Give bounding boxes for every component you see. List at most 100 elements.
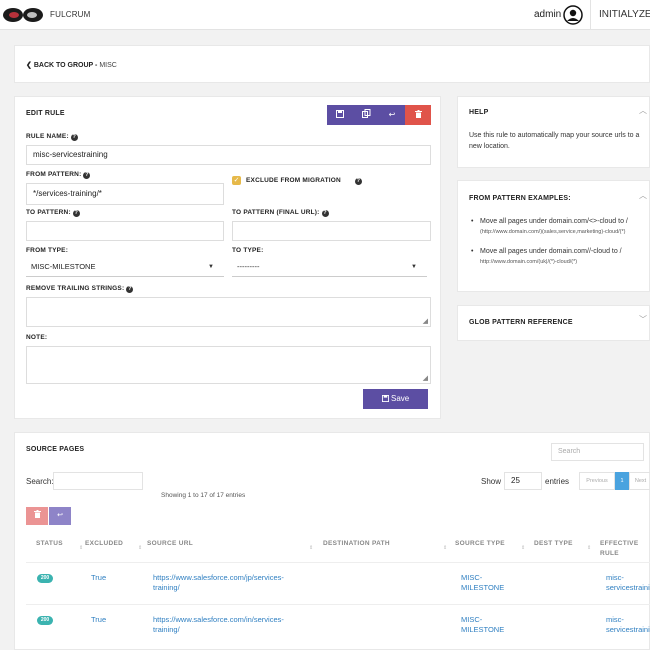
chevron-left-icon: ❮: [26, 62, 32, 69]
status-badge: 200: [37, 616, 53, 625]
column-header-source-type[interactable]: SOURCE TYPE: [455, 539, 505, 549]
save-icon-button[interactable]: [327, 105, 353, 125]
examples-title: FROM PATTERN EXAMPLES:: [469, 195, 571, 202]
resize-grip-icon[interactable]: ◢: [423, 374, 428, 382]
bulk-revert-button[interactable]: ↩: [49, 507, 71, 525]
rule-name-input[interactable]: misc-servicestraining: [26, 145, 431, 165]
from-pattern-label-text: FROM PATTERN:: [26, 171, 82, 178]
table-search-input[interactable]: [53, 472, 143, 490]
resize-grip-icon[interactable]: ◢: [423, 317, 428, 325]
rule-name-label-text: RULE NAME:: [26, 133, 69, 140]
to-pattern-input[interactable]: [26, 221, 224, 241]
page-1-button[interactable]: 1: [615, 472, 629, 490]
source-url-line: training/: [153, 625, 180, 634]
sort-icon[interactable]: ⇕: [309, 545, 313, 551]
source-pages-card: SOURCE PAGES Search Search: Showing 1 to…: [14, 432, 650, 650]
showing-info: Showing 1 to 17 of 17 entries: [161, 492, 246, 499]
to-pattern-final-input[interactable]: [232, 221, 431, 241]
fulcrum-logo: [3, 8, 43, 22]
sort-icon[interactable]: ⇕: [79, 545, 83, 551]
table-row[interactable]: 200 True https://www.salesforce.com/in/s…: [15, 605, 650, 645]
save-button-label: Save: [391, 394, 410, 403]
help-icon[interactable]: ?: [354, 178, 362, 185]
previous-page-button[interactable]: Previous: [579, 472, 615, 490]
glob-title: GLOB PATTERN REFERENCE: [469, 319, 573, 326]
remove-trailing-textarea[interactable]: ◢: [26, 297, 431, 327]
column-header-status[interactable]: STATUS: [36, 539, 63, 549]
help-icon[interactable]: ?: [321, 210, 329, 217]
example-text: Move all pages under domain.com/<>-cloud…: [480, 218, 628, 225]
edit-rule-title: EDIT RULE: [26, 110, 65, 117]
help-icon[interactable]: ?: [70, 134, 78, 141]
group-name: MISC: [99, 62, 117, 69]
help-icon[interactable]: ?: [72, 210, 80, 217]
source-type-line: MILESTONE: [461, 625, 505, 634]
page-size-select[interactable]: 25: [504, 472, 542, 490]
copy-button[interactable]: [353, 105, 379, 125]
back-to-group-link[interactable]: ❮ BACK TO GROUP - MISC: [26, 61, 117, 69]
column-header-destination-path[interactable]: DESTINATION PATH: [323, 539, 390, 549]
column-header-source-url[interactable]: SOURCE URL: [147, 539, 193, 549]
from-pattern-label: FROM PATTERN:?: [26, 171, 91, 179]
column-header-dest-type[interactable]: DEST TYPE: [534, 539, 573, 549]
show-label: Show: [481, 477, 502, 486]
table-row[interactable]: 200 True https://www.salesforce.com/jp/s…: [15, 563, 650, 603]
sort-icon[interactable]: ⇕: [443, 545, 447, 551]
list-item: • Move all pages under domain.com//-clou…: [471, 247, 648, 267]
from-type-value: MISC-MILESTONE: [31, 262, 96, 271]
source-type-line: MISC-: [461, 573, 483, 582]
source-url-line: training/: [153, 583, 180, 592]
effective-rule-link[interactable]: misc- servicestraining: [606, 615, 650, 635]
example-text: Move all pages under domain.com//-cloud …: [480, 248, 622, 255]
sort-icon[interactable]: ⇕: [521, 545, 525, 551]
note-textarea[interactable]: ◢: [26, 346, 431, 384]
sort-icon[interactable]: ⇕: [587, 545, 591, 551]
to-pattern-final-label: TO PATTERN (FINAL URL):?: [232, 209, 329, 217]
caret-down-icon: ▼: [208, 264, 214, 270]
pagination: Previous 1 Next: [579, 472, 650, 490]
help-icon[interactable]: ?: [83, 172, 91, 179]
glob-reference-card[interactable]: GLOB PATTERN REFERENCE ﹀: [457, 305, 650, 341]
user-name[interactable]: admin: [534, 9, 561, 20]
exclude-checkbox[interactable]: ✓: [232, 176, 241, 185]
save-button[interactable]: Save: [363, 389, 428, 409]
bulk-delete-button[interactable]: [26, 507, 48, 525]
effective-rule-link[interactable]: misc- servicestraining: [606, 573, 650, 593]
source-type-value: MISC- MILESTONE: [461, 573, 504, 593]
chevron-down-icon[interactable]: ﹀: [639, 314, 647, 325]
from-pattern-input[interactable]: */services-training/*: [26, 183, 224, 205]
exclude-label: EXCLUDE FROM MIGRATION ?: [246, 177, 362, 185]
chevron-up-icon[interactable]: ︿: [639, 105, 647, 116]
top-search-input[interactable]: Search: [551, 443, 644, 461]
next-page-button[interactable]: Next: [629, 472, 650, 490]
reply-icon: ↩: [388, 110, 396, 119]
revert-button[interactable]: ↩: [379, 105, 405, 125]
exclude-label-text: EXCLUDE FROM MIGRATION: [246, 177, 341, 184]
from-type-select[interactable]: MISC-MILESTONE ▼: [26, 259, 224, 277]
effective-rule-line: servicestraining: [606, 625, 650, 634]
to-pattern-final-label-text: TO PATTERN (FINAL URL):: [232, 209, 320, 216]
initialize-button[interactable]: INITIALYZE: [590, 0, 650, 30]
help-icon[interactable]: ?: [126, 286, 134, 293]
to-type-select[interactable]: --------- ▼: [232, 259, 427, 277]
chevron-up-icon[interactable]: ︿: [639, 190, 647, 201]
excluded-value: True: [91, 573, 107, 582]
to-pattern-label: TO PATTERN:?: [26, 209, 80, 217]
source-url-link[interactable]: https://www.salesforce.com/in/services- …: [153, 615, 284, 635]
delete-button[interactable]: [405, 105, 431, 125]
copy-icon: [361, 109, 370, 118]
column-header-excluded[interactable]: EXCLUDED: [85, 539, 123, 549]
top-bar: FULCRUM admin INITIALYZE: [0, 0, 650, 30]
column-header-effective-rule[interactable]: EFFECTIVE RULE: [600, 539, 650, 559]
effective-rule-line: misc-: [606, 615, 624, 624]
source-url-line: https://www.salesforce.com/in/services-: [153, 615, 284, 624]
examples-list: • Move all pages under domain.com/<>-clo…: [471, 217, 648, 277]
bullet-icon: •: [471, 218, 474, 225]
status-badge: 200: [37, 574, 53, 583]
rule-name-label: RULE NAME:?: [26, 133, 78, 141]
help-card: HELP ︿ Use this rule to automatically ma…: [457, 96, 650, 168]
entries-label: entries: [545, 477, 570, 486]
source-url-link[interactable]: https://www.salesforce.com/jp/services- …: [153, 573, 284, 593]
user-avatar-icon[interactable]: [563, 5, 583, 25]
sort-icon[interactable]: ⇕: [138, 545, 142, 551]
